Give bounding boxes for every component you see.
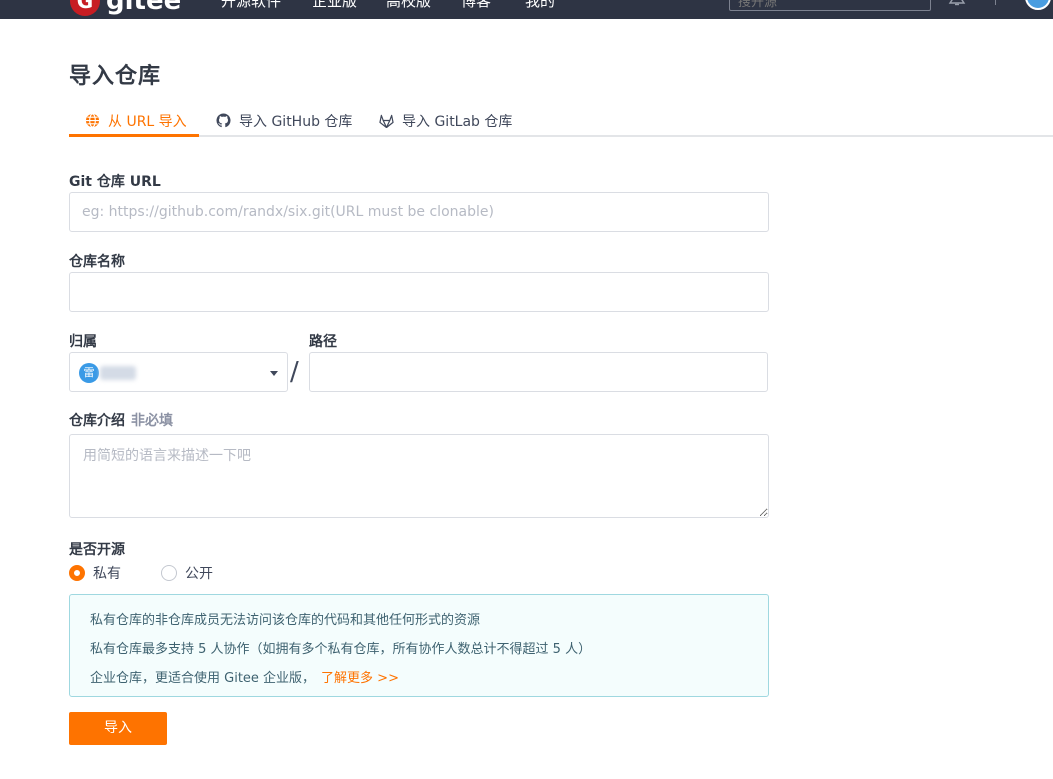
nav-search-input[interactable] [729,0,931,11]
active-tab-indicator [69,134,199,137]
radio-label: 私有 [93,566,121,582]
import-button[interactable]: 导入 [69,712,167,745]
description-label-text: 仓库介绍 [69,413,125,429]
user-avatar[interactable] [1025,0,1051,10]
owner-select[interactable]: 雷 [69,352,288,392]
gitee-logo[interactable]: G gitee [70,0,181,16]
radio-label: 公开 [185,566,213,582]
bell-icon[interactable] [948,0,966,6]
repo-name-input[interactable] [69,272,769,312]
radio-button[interactable] [161,565,177,581]
tab-label: 导入 GitHub 仓库 [239,113,353,130]
notice-line: 私有仓库的非仓库成员无法访问该仓库的代码和其他任何形式的资源 [90,613,481,628]
owner-name-redacted [100,366,136,380]
radio-public[interactable]: 公开 [161,563,213,583]
top-navbar: G gitee 开源软件 企业版 高校版 博客 我的 [0,0,1053,19]
path-input[interactable] [309,352,768,392]
git-url-input[interactable] [69,192,769,232]
notice-line: 企业仓库，更适合使用 Gitee 企业版， 了解更多 >> [90,667,399,686]
description-textarea[interactable] [69,434,769,518]
import-tabs: 从 URL 导入 导入 GitHub 仓库 导入 GitLab 仓库 [69,104,1053,137]
optional-hint: 非必填 [131,413,173,429]
notice-line: 私有仓库最多支持 5 人协作（如拥有多个私有仓库，所有协作人数总计不得超过 5 … [90,642,592,657]
nav-item-education[interactable]: 高校版 [386,0,431,11]
path-separator: / [290,357,299,387]
private-repo-notice: 私有仓库的非仓库成员无法访问该仓库的代码和其他任何形式的资源 私有仓库最多支持 … [69,594,769,697]
nav-item-blog[interactable]: 博客 [461,0,491,11]
tab-label: 从 URL 导入 [108,113,187,130]
path-label: 路径 [309,334,337,350]
description-label: 仓库介绍 非必填 [69,410,173,430]
learn-more-link[interactable]: 了解更多 >> [321,671,399,686]
nav-separator [995,0,996,5]
nav-item-open-source[interactable]: 开源软件 [221,0,281,11]
owner-avatar: 雷 [79,363,99,383]
globe-icon [85,113,100,128]
owner-label: 归属 [69,334,97,350]
repo-name-label: 仓库名称 [69,254,125,270]
tab-label: 导入 GitLab 仓库 [402,113,513,130]
chevron-down-icon [270,371,278,376]
github-icon [216,113,231,128]
git-url-label: Git 仓库 URL [69,174,161,190]
page-title: 导入仓库 [69,64,162,89]
tab-import-from-url[interactable]: 从 URL 导入 [85,104,187,137]
gitee-logo-mark: G [70,0,100,16]
tab-import-github[interactable]: 导入 GitHub 仓库 [216,104,352,137]
radio-private[interactable]: 私有 [69,563,121,583]
tab-import-gitlab[interactable]: 导入 GitLab 仓库 [379,104,512,137]
nav-item-enterprise[interactable]: 企业版 [312,0,357,11]
visibility-label: 是否开源 [69,542,125,558]
gitlab-icon [379,114,394,128]
radio-button-checked[interactable] [69,565,85,581]
notice-line-text: 企业仓库，更适合使用 Gitee 企业版， [90,671,316,686]
nav-item-mine[interactable]: 我的 [525,0,555,11]
gitee-logo-text: gitee [106,0,182,16]
